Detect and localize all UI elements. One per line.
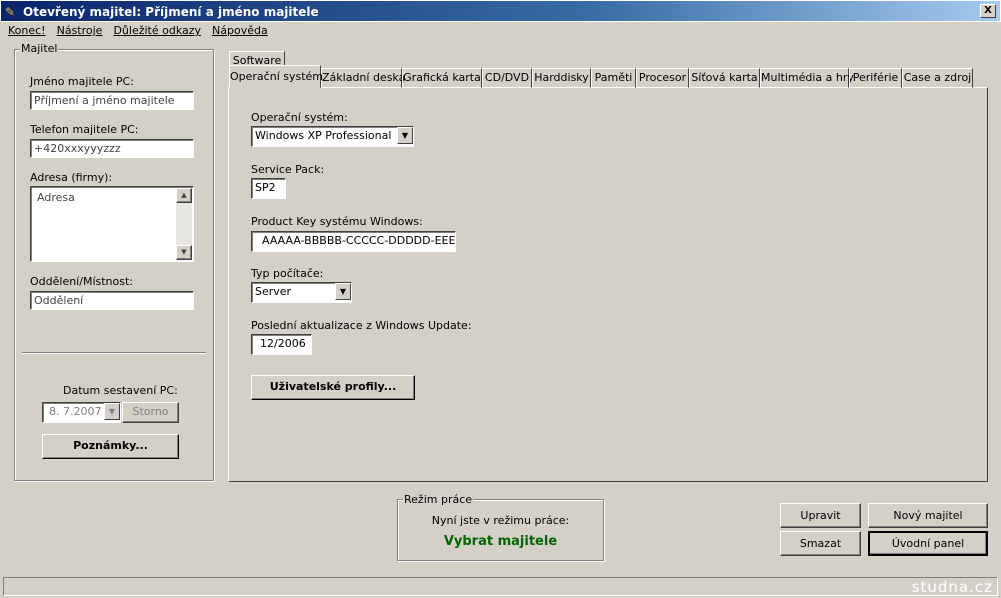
sp-input[interactable]: SP2 xyxy=(251,178,286,199)
menu-odkazy[interactable]: Důležité odkazy xyxy=(113,24,201,37)
address-input[interactable]: Adresa ▲ ▼ xyxy=(30,186,194,262)
key-label: Product Key systému Windows: xyxy=(251,215,423,228)
type-label: Typ počítače: xyxy=(251,267,324,280)
mode-group xyxy=(397,499,604,561)
new-owner-button[interactable]: Nový majitel xyxy=(868,503,988,528)
pencil-icon: ✎ xyxy=(5,5,16,19)
scroll-down-icon[interactable]: ▼ xyxy=(176,245,192,260)
os-label: Operační systém: xyxy=(251,111,348,124)
mode-value: Vybrat majitele xyxy=(443,534,558,549)
date-value: 8. 7.2007 xyxy=(49,405,102,418)
chevron-down-icon[interactable]: ▼ xyxy=(104,403,120,420)
storno-button[interactable]: Storno xyxy=(122,402,179,423)
tab-3[interactable]: CD/DVD xyxy=(482,68,532,88)
tab-2[interactable]: Grafická karta xyxy=(402,68,482,88)
scrollbar[interactable]: ▲ ▼ xyxy=(176,188,192,260)
divider xyxy=(22,352,206,354)
update-label: Poslední aktualizace z Windows Update: xyxy=(251,319,472,332)
scroll-up-icon[interactable]: ▲ xyxy=(176,188,192,203)
window-title: Otevřený majitel: Příjmení a jméno majit… xyxy=(23,5,319,19)
close-button[interactable]: X xyxy=(980,4,996,18)
menu-konec[interactable]: Konec! xyxy=(8,24,46,37)
dept-input[interactable]: Oddělení xyxy=(30,291,194,310)
chevron-down-icon[interactable]: ▼ xyxy=(335,283,351,300)
address-text: Adresa xyxy=(37,191,75,204)
edit-button[interactable]: Upravit xyxy=(780,503,861,528)
profiles-button[interactable]: Uživatelské profily... xyxy=(251,375,415,400)
tab-8[interactable]: Multimédia a hry xyxy=(760,68,854,88)
status-bar: studna.cz xyxy=(3,577,998,596)
tab-1[interactable]: Základní deska xyxy=(321,68,405,88)
watermark: studna.cz xyxy=(911,578,993,596)
sp-label: Service Pack: xyxy=(251,163,325,176)
home-panel-button[interactable]: Úvodní panel xyxy=(868,531,988,556)
tab-5[interactable]: Paměti xyxy=(591,68,636,88)
tab-9[interactable]: Periférie xyxy=(849,68,902,88)
type-select[interactable]: Server ▼ xyxy=(251,282,352,303)
menu-napoveda[interactable]: Nápověda xyxy=(212,24,268,37)
menu-nastroje[interactable]: Nástroje xyxy=(57,24,103,37)
tab-10[interactable]: Case a zdroj xyxy=(902,68,973,88)
date-label: Datum sestavení PC: xyxy=(63,384,178,397)
menu-bar: Konec! Nástroje Důležité odkazy Nápověda xyxy=(8,24,268,37)
phone-input[interactable]: +420xxxyyyzzz xyxy=(30,139,194,158)
owner-group-legend: Majitel xyxy=(20,42,59,55)
key-input[interactable]: AAAAA-BBBBB-CCCCC-DDDDD-EEEEE xyxy=(251,231,456,252)
name-input[interactable]: Příjmení a jméno majitele xyxy=(30,91,194,110)
date-input[interactable]: 8. 7.2007 ▼ xyxy=(42,402,121,423)
update-input[interactable]: 12/2006 xyxy=(251,334,312,355)
tab-7[interactable]: Síťová karta xyxy=(689,68,760,88)
os-select[interactable]: Windows XP Professional ▼ xyxy=(251,126,414,147)
tab-4[interactable]: Harddisky xyxy=(532,68,591,88)
chevron-down-icon[interactable]: ▼ xyxy=(397,127,413,144)
dept-label: Oddělení/Místnost: xyxy=(30,275,133,288)
tab-6[interactable]: Procesor xyxy=(636,68,689,88)
address-label: Adresa (firmy): xyxy=(30,171,113,184)
delete-button[interactable]: Smazat xyxy=(780,531,861,556)
title-bar: ✎ Otevřený majitel: Příjmení a jméno maj… xyxy=(0,0,1001,22)
phone-label: Telefon majitele PC: xyxy=(30,123,139,136)
notes-button[interactable]: Poznámky... xyxy=(42,434,179,459)
mode-text: Nyní jste v režimu práce: xyxy=(431,514,570,527)
os-value: Windows XP Professional xyxy=(255,129,392,142)
name-label: Jméno majitele PC: xyxy=(30,75,134,88)
mode-legend: Režim práce xyxy=(403,493,474,506)
type-value: Server xyxy=(255,285,292,298)
tab-0[interactable]: Operační systém xyxy=(229,65,323,88)
